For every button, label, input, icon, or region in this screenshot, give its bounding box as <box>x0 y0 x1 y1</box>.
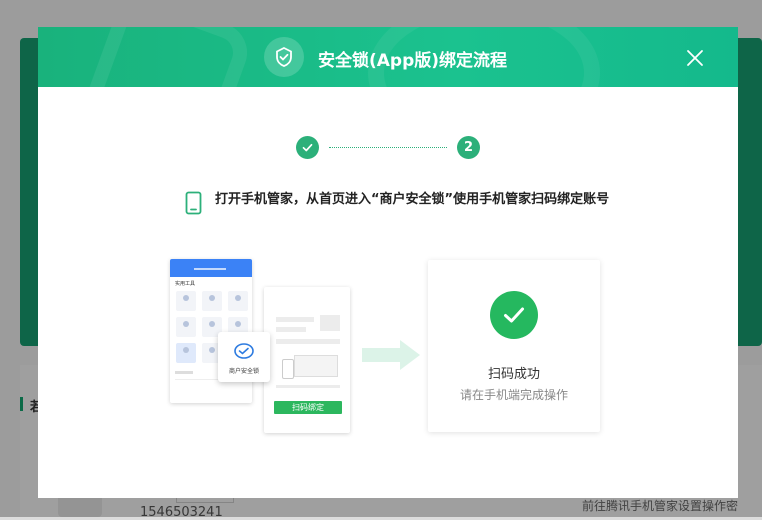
success-check-icon <box>490 291 538 339</box>
lock-popup-illustration: 商户安全锁 <box>218 332 270 382</box>
step-2-current: 2 <box>457 136 480 159</box>
doc-line <box>276 385 340 388</box>
step-1-complete <box>296 136 319 159</box>
modal-title: 安全锁(App版)绑定流程 <box>318 51 508 71</box>
close-icon <box>687 50 703 66</box>
check-icon <box>302 143 313 152</box>
popup-label: 商户安全锁 <box>228 368 259 375</box>
laptop-icon <box>294 355 338 377</box>
doc-line <box>276 317 314 322</box>
doc-illustration: 扫码绑定 <box>264 287 350 433</box>
success-title: 扫码成功 <box>487 367 540 382</box>
instruction-text: 打开手机管家，从首页进入“商户安全锁”使用手机管家扫码绑定账号 <box>215 192 610 207</box>
header-decoration <box>78 27 256 87</box>
close-button[interactable] <box>684 47 706 69</box>
modal-header: 安全锁(App版)绑定流程 <box>38 27 738 87</box>
phone-icon <box>185 191 202 215</box>
success-subtitle: 请在手机端完成操作 <box>459 388 568 402</box>
scan-bind-button-illustration: 扫码绑定 <box>274 401 342 414</box>
scan-result-panel: 扫码成功 请在手机端完成操作 <box>428 260 600 432</box>
arrow-right-icon <box>362 340 420 370</box>
lock-app-icon <box>234 343 254 359</box>
phone-icon <box>282 359 294 379</box>
step-connector <box>329 147 447 148</box>
doc-line <box>276 339 340 344</box>
shield-icon <box>264 37 304 77</box>
binding-modal: 安全锁(App版)绑定流程 2 打开手机管家，从首页进入“商户安全锁”使用手机管… <box>38 27 738 498</box>
illustration: 扫码绑定 实用工具 商户安全锁 <box>168 257 368 437</box>
app-header <box>170 259 252 277</box>
app-section-label: 实用工具 <box>175 281 196 287</box>
doc-block <box>320 315 340 331</box>
doc-line <box>276 327 306 332</box>
